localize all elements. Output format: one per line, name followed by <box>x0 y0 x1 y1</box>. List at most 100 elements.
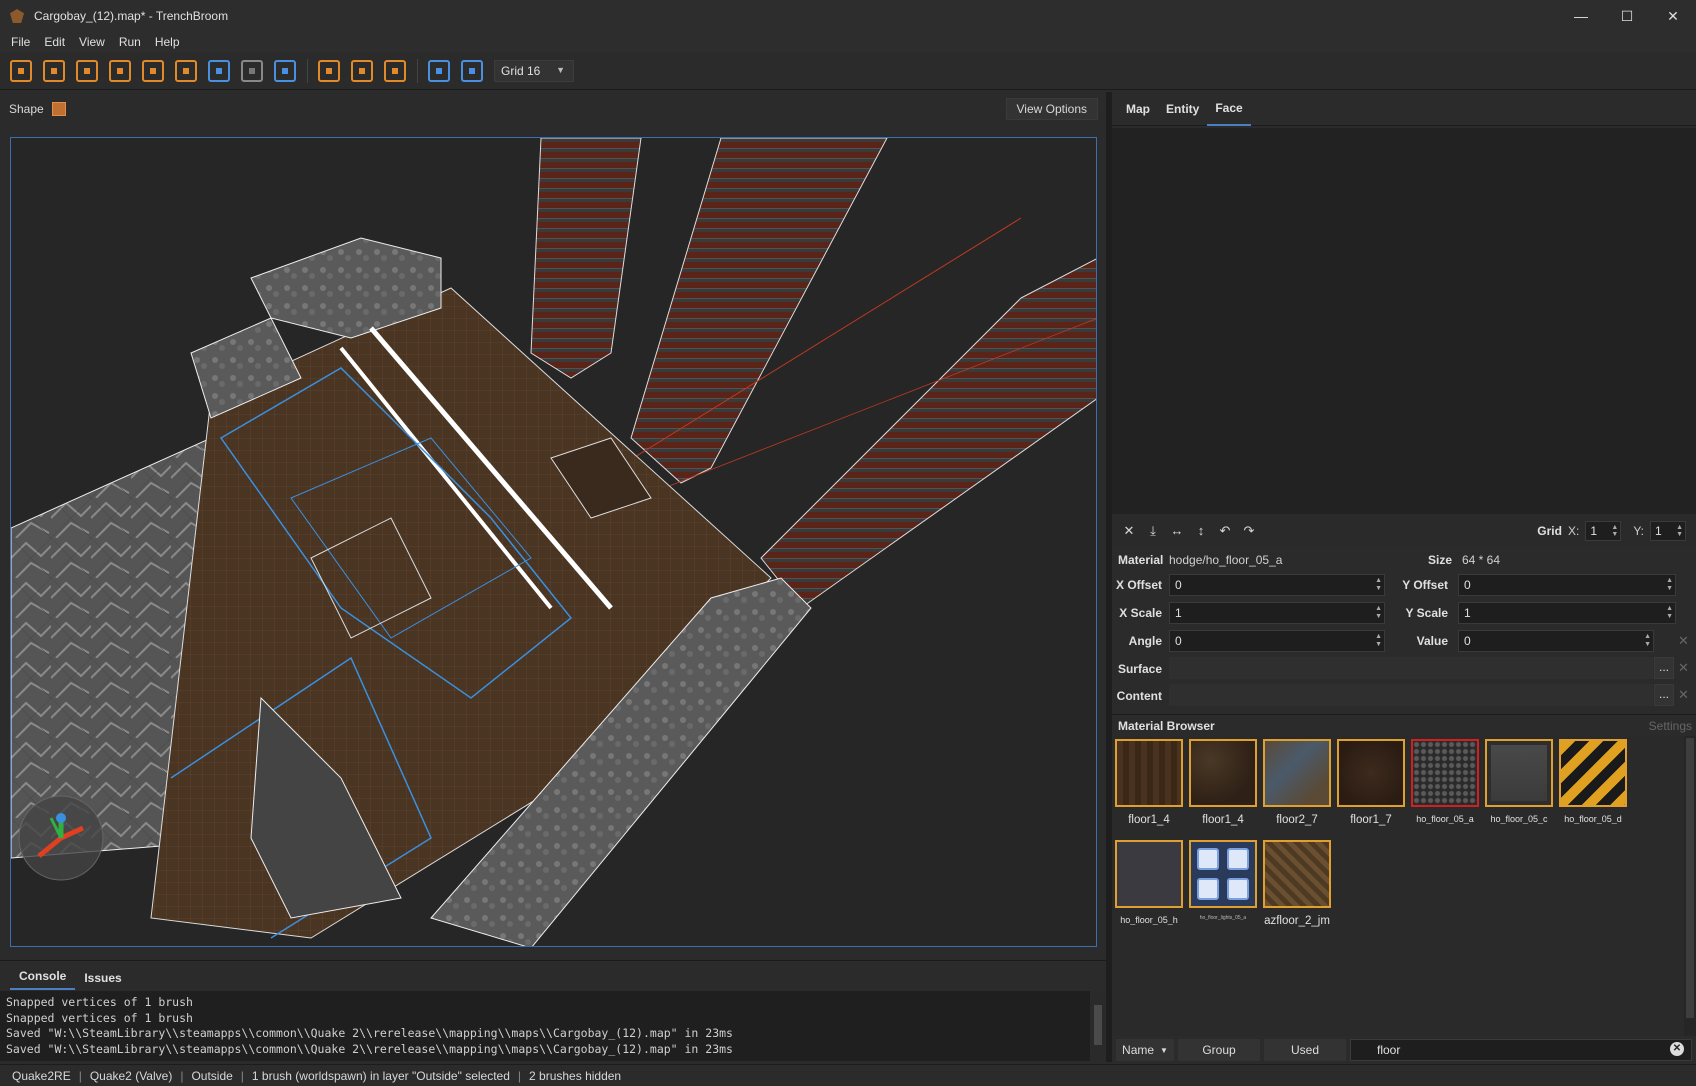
material-browser-settings[interactable]: Settings <box>1649 719 1692 733</box>
value-input[interactable]: 0 ▲ ▼ <box>1458 630 1654 652</box>
material-tile[interactable]: ho_floor_05_d <box>1559 739 1627 824</box>
tab-map[interactable]: Map <box>1118 93 1158 125</box>
uv-grid-y-label: Y: <box>1633 524 1644 538</box>
y-scale-input[interactable]: 1 ▲ ▼ <box>1458 602 1676 624</box>
used-toggle-button[interactable]: Used <box>1264 1039 1346 1061</box>
clear-value-icon[interactable]: ✕ <box>1678 633 1689 649</box>
menu-view[interactable]: View <box>72 32 112 52</box>
tab-issues[interactable]: Issues <box>75 971 130 990</box>
x-scale-input[interactable]: 1 ▲ ▼ <box>1169 602 1385 624</box>
material-thumbnail <box>1263 739 1331 807</box>
cube-icon[interactable] <box>51 102 66 116</box>
duplicate-icon[interactable] <box>318 59 340 82</box>
edge-tool-icon[interactable] <box>76 59 98 82</box>
console-line: Snapped vertices of 1 brush <box>6 1010 193 1025</box>
content-label: Content <box>1116 689 1162 703</box>
flip-vertical-icon[interactable] <box>384 59 406 82</box>
angle-input[interactable]: 0 ▲ ▼ <box>1169 630 1385 652</box>
material-search-input[interactable] <box>1350 1039 1692 1061</box>
brush-tool-icon[interactable] <box>10 59 32 82</box>
console-scroll-thumb[interactable] <box>1094 1005 1102 1045</box>
material-browser-scrollbar[interactable] <box>1684 736 1696 1036</box>
menu-file[interactable]: File <box>4 32 37 52</box>
main-toolbar: Grid 16 ▼ <box>0 52 1696 90</box>
texture-lock-icon[interactable] <box>428 59 450 82</box>
uv-lock-icon[interactable] <box>274 59 296 82</box>
clear-content-icon[interactable]: ✕ <box>1678 687 1689 703</box>
material-browser-footer: Name▼ Group Used ⚲ ✕ <box>1112 1038 1696 1062</box>
material-tile[interactable]: floor1_7 <box>1337 739 1405 826</box>
content-flags-button[interactable]: ... <box>1654 684 1674 706</box>
x-scale-value: 1 <box>1175 606 1182 620</box>
material-thumbnail <box>1189 739 1257 807</box>
material-tile[interactable]: floor2_7 <box>1263 739 1331 826</box>
console-scrollbar[interactable] <box>1090 991 1106 1061</box>
x-offset-value: 0 <box>1175 578 1182 592</box>
flip-v-icon[interactable]: ↕ <box>1194 524 1208 538</box>
group-toggle-button[interactable]: Group <box>1178 1039 1260 1061</box>
material-scroll-thumb[interactable] <box>1686 738 1694 1018</box>
material-value: hodge/ho_floor_05_a <box>1169 553 1283 567</box>
alt-texture-lock-icon[interactable] <box>461 59 483 82</box>
x-offset-input[interactable]: 0 ▲ ▼ <box>1169 574 1385 596</box>
material-name: floor1_7 <box>1350 814 1392 826</box>
clip-tool-icon[interactable] <box>142 59 164 82</box>
vertex-tool-icon[interactable] <box>43 59 65 82</box>
surface-flags-field[interactable] <box>1169 657 1653 679</box>
rotate-tool-icon[interactable] <box>208 59 230 82</box>
value-label: Value <box>1416 634 1448 648</box>
status-separator: | <box>517 1068 522 1083</box>
flip-horizontal-icon[interactable] <box>351 59 373 82</box>
size-value: 64 * 64 <box>1462 553 1501 567</box>
material-thumbnail <box>1263 840 1331 908</box>
y-offset-input[interactable]: 0 ▲ ▼ <box>1458 574 1676 596</box>
clear-surface-icon[interactable]: ✕ <box>1678 660 1689 676</box>
material-tile[interactable]: floor1_4 <box>1115 739 1183 826</box>
scale-tool-icon[interactable] <box>241 59 263 82</box>
menu-help[interactable]: Help <box>148 32 187 52</box>
grid-size-value: Grid 16 <box>501 63 541 78</box>
reset-uv-alignment-icon[interactable]: ⤓ <box>1146 524 1160 538</box>
material-thumbnail <box>1485 739 1553 807</box>
sort-dropdown[interactable]: Name ▼ <box>1116 1039 1174 1061</box>
shear-tool-icon[interactable] <box>175 59 197 82</box>
reset-uv-icon[interactable]: ✕ <box>1122 524 1136 538</box>
flip-u-icon[interactable]: ↔ <box>1170 524 1184 538</box>
rotate-ccw-icon[interactable]: ↶ <box>1218 524 1232 538</box>
material-name: ho_floor_05_a <box>1416 814 1474 824</box>
rotate-cw-icon[interactable]: ↷ <box>1242 524 1256 538</box>
tab-console[interactable]: Console <box>10 969 76 990</box>
view-options-button[interactable]: View Options <box>1005 98 1098 120</box>
uv-grid-x-input[interactable]: 1 ▲ ▼ <box>1585 521 1622 541</box>
uv-grid-y-input[interactable]: 1 ▲ ▼ <box>1650 521 1686 541</box>
value-value: 0 <box>1464 634 1471 648</box>
uv-editor-canvas[interactable] <box>1112 128 1696 514</box>
minimize-button[interactable]: — <box>1558 0 1604 32</box>
material-tile[interactable]: ho_floor_05_h <box>1115 840 1183 925</box>
material-name: floor1_4 <box>1202 814 1244 826</box>
material-name: azfloor_2_jm <box>1264 915 1330 927</box>
menu-run[interactable]: Run <box>112 32 148 52</box>
face-tool-icon[interactable] <box>109 59 131 82</box>
surface-flags-button[interactable]: ... <box>1654 657 1674 679</box>
material-tile[interactable]: floor1_4 <box>1189 739 1257 826</box>
3d-viewport[interactable] <box>10 137 1097 947</box>
x-scale-label: X Scale <box>1119 606 1162 620</box>
material-tile-selected[interactable]: ho_floor_05_a <box>1411 739 1479 824</box>
tab-face[interactable]: Face <box>1207 92 1251 126</box>
material-label: Material <box>1118 553 1164 567</box>
material-tile[interactable]: azfloor_2_jm <box>1263 840 1331 927</box>
status-map-format: Quake2 (Valve) <box>89 1068 173 1083</box>
material-tile[interactable]: ho_floor_lights_05_a <box>1189 840 1257 921</box>
grid-size-select[interactable]: Grid 16 ▼ <box>494 59 574 82</box>
maximize-button[interactable]: ☐ <box>1604 0 1650 32</box>
menu-edit[interactable]: Edit <box>37 32 72 52</box>
status-selection: 1 brush (worldspawn) in layer "Outside" … <box>251 1068 510 1083</box>
clear-search-icon[interactable]: ✕ <box>1670 1042 1684 1056</box>
material-tile[interactable]: ho_floor_05_c <box>1485 739 1553 824</box>
tab-entity[interactable]: Entity <box>1158 93 1207 125</box>
status-bar: Quake2RE | Quake2 (Valve) | Outside | 1 … <box>0 1064 1696 1086</box>
content-flags-field[interactable] <box>1169 684 1653 706</box>
close-button[interactable]: ✕ <box>1650 0 1696 32</box>
sort-label: Name <box>1122 1043 1155 1057</box>
